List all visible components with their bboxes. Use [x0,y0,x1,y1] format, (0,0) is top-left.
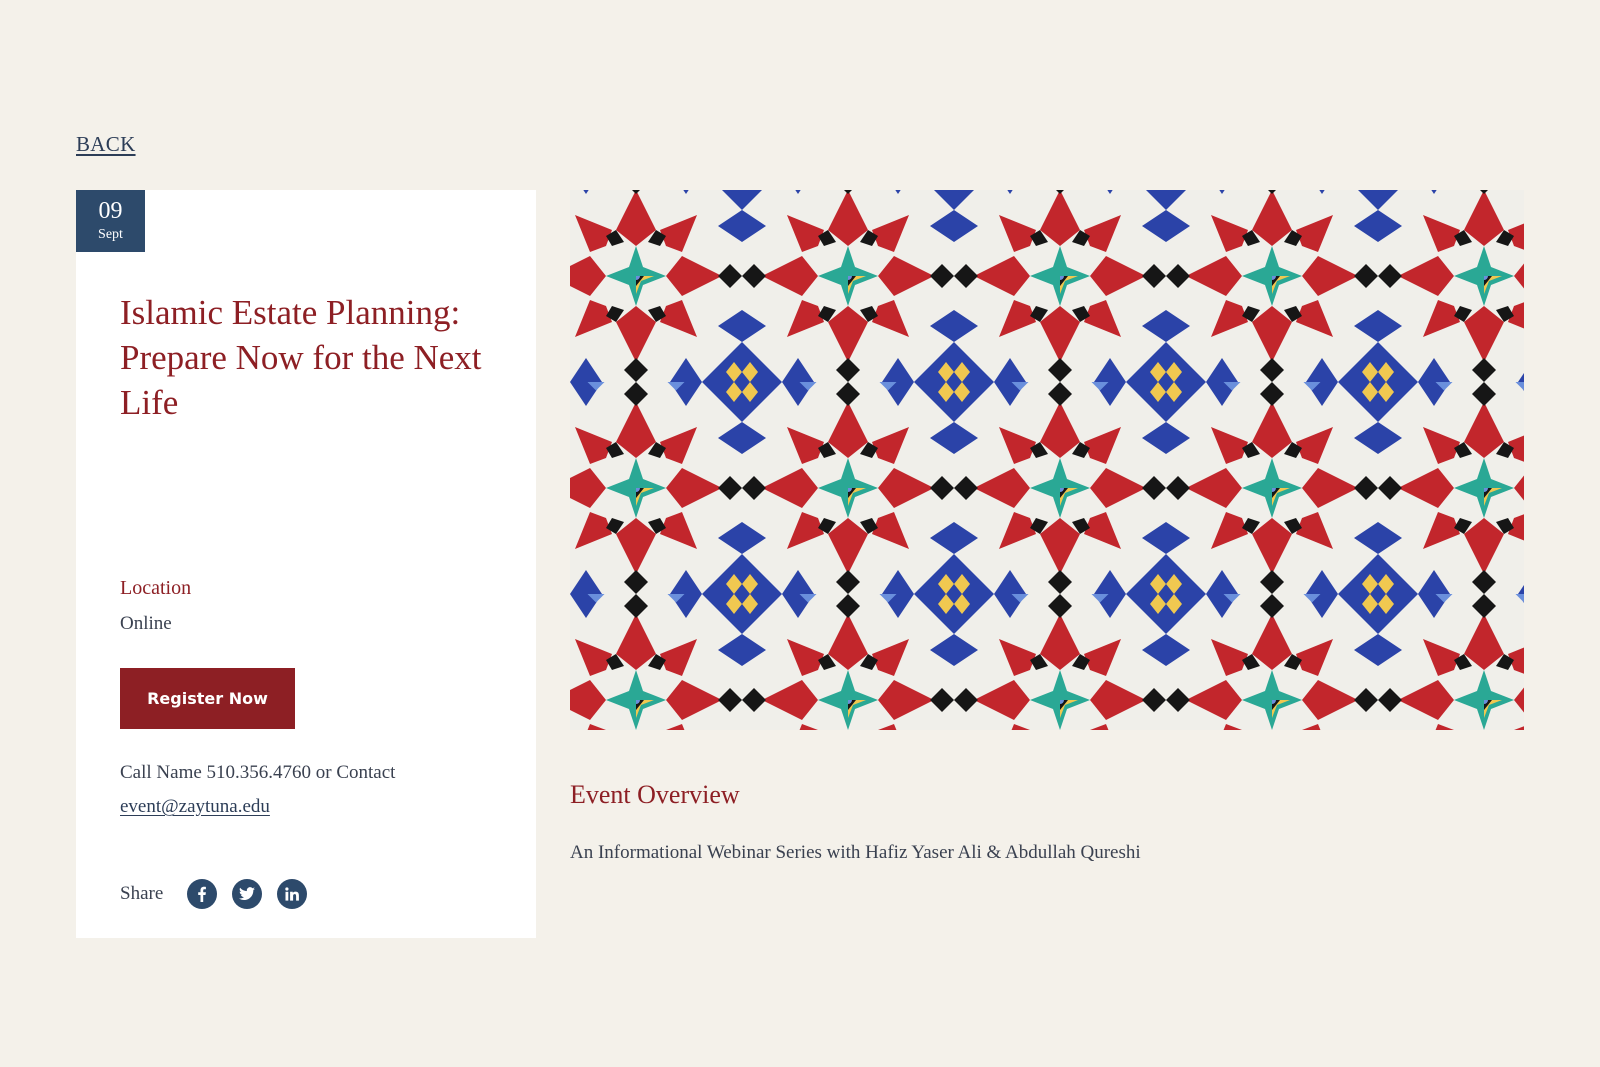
register-now-button[interactable]: Register Now [120,668,295,729]
event-card: 09 Sept Islamic Estate Planning: Prepare… [76,190,536,938]
contact-text: Call Name 510.356.4760 or Contact [120,762,396,783]
date-badge-day: 09 [98,198,123,224]
date-badge: 09 Sept [76,190,145,252]
mosaic-pattern [570,190,1524,730]
event-overview-description: An Informational Webinar Series with Haf… [570,842,1141,863]
facebook-glyph [198,886,207,902]
event-title: Islamic Estate Planning: Prepare Now for… [120,293,482,422]
date-badge-month: Sept [98,227,123,242]
facebook-icon[interactable] [187,879,218,909]
hero-mosaic-image [570,190,1524,730]
event-overview-heading: Event Overview [570,780,740,809]
twitter-icon[interactable] [232,879,263,909]
back-link[interactable]: BACK [76,132,136,157]
linkedin-glyph [285,887,300,901]
share-row: Share [120,878,322,910]
location-value: Online [120,613,172,634]
location-label: Location [120,577,192,599]
linkedin-icon[interactable] [277,879,308,909]
twitter-glyph [239,887,256,900]
contact-email-link[interactable]: event@zaytuna.edu [120,796,270,817]
share-label: Share [120,883,164,904]
contact-info: Call Name 510.356.4760 or Contact event@… [120,756,520,824]
